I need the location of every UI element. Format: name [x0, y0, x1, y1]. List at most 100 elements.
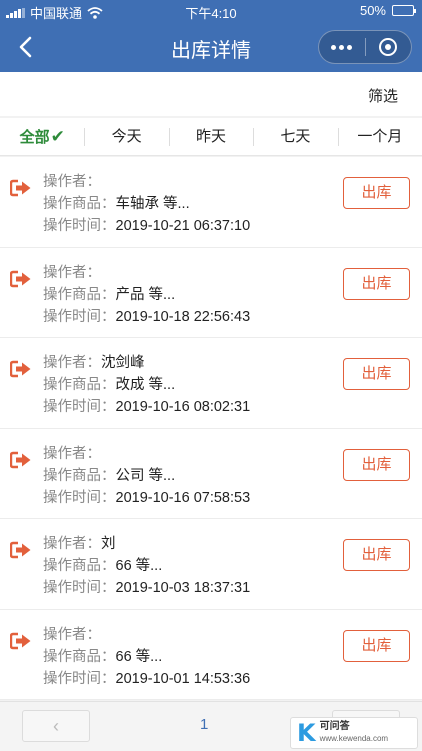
tab-one-month[interactable]: 一个月 — [337, 118, 422, 155]
stock-out-button[interactable]: 出库 — [343, 177, 410, 209]
goods-value: 产品 等... — [115, 286, 176, 303]
filter-bar: 筛选 — [0, 72, 422, 116]
goods-row: 操作商品：公司 等... — [43, 465, 250, 487]
operator-row: 操作者：沈剑峰 — [43, 352, 250, 374]
record-item: 操作者：沈剑峰 操作商品：改成 等... 操作时间：2019-10-16 08:… — [0, 338, 422, 429]
operator-label: 操作者： — [43, 445, 101, 462]
tab-seven-days[interactable]: 七天 — [253, 118, 337, 155]
time-label: 操作时间： — [43, 308, 116, 325]
operator-label: 操作者： — [43, 264, 101, 281]
more-dots-icon — [331, 44, 337, 50]
close-mini-program-button[interactable] — [365, 38, 411, 56]
tab-all-label: 全部 — [19, 129, 50, 146]
goods-row: 操作商品：改成 等... — [43, 374, 250, 396]
operator-row: 操作者：刘 — [43, 533, 250, 555]
operator-value: 沈剑峰 — [101, 355, 145, 371]
goods-row: 操作商品：车轴承 等... — [43, 193, 250, 215]
goods-label: 操作商品： — [43, 286, 116, 303]
battery-icon — [392, 5, 416, 16]
operator-label: 操作者： — [43, 626, 101, 643]
record-details: 操作者： 操作商品：车轴承 等... 操作时间：2019-10-21 06:37… — [43, 171, 250, 237]
goods-label: 操作商品： — [43, 196, 116, 212]
battery-percent: 50% — [359, 3, 386, 18]
time-label: 操作时间： — [43, 399, 116, 415]
time-value: 2019-10-03 18:37:31 — [115, 580, 251, 596]
stock-out-button[interactable]: 出库 — [343, 629, 410, 662]
tab-yesterday[interactable]: 昨天 — [168, 118, 253, 155]
time-row: 操作时间：2019-10-03 18:37:31 — [43, 577, 250, 599]
time-value: 2019-10-01 14:53:36 — [115, 670, 251, 687]
operator-value: 刘 — [101, 536, 116, 552]
sign-out-icon — [10, 179, 31, 197]
time-label: 操作时间： — [43, 580, 116, 596]
record-item: 操作者： 操作商品：公司 等... 操作时间：2019-10-16 07:58:… — [0, 428, 422, 519]
time-row: 操作时间：2019-10-21 06:37:10 — [43, 215, 250, 237]
sign-out-icon — [10, 632, 31, 649]
sign-out-icon — [10, 360, 31, 378]
goods-label: 操作商品： — [43, 558, 116, 574]
stock-out-button[interactable]: 出库 — [343, 267, 410, 300]
sign-out-icon — [10, 451, 31, 468]
sign-out-icon — [10, 541, 31, 559]
tab-today[interactable]: 今天 — [84, 118, 168, 155]
operator-row: 操作者： — [43, 624, 250, 646]
filter-button[interactable]: 筛选 — [368, 85, 398, 106]
watermark-url: www.kewenda.com — [319, 734, 389, 743]
tab-all[interactable]: 全部✔ — [0, 118, 84, 155]
stock-out-button[interactable]: 出库 — [343, 358, 410, 390]
watermark-text: 可问答 www.kewenda.com — [320, 721, 388, 745]
target-icon — [379, 38, 398, 56]
operator-row: 操作者： — [43, 262, 250, 284]
time-value: 2019-10-18 22:56:43 — [115, 308, 251, 325]
goods-value: 66 等... — [115, 558, 163, 574]
checkmark-icon: ✔ — [50, 127, 65, 146]
goods-value: 车轴承 等... — [115, 196, 190, 212]
goods-row: 操作商品：产品 等... — [43, 284, 250, 306]
goods-value: 改成 等... — [115, 377, 176, 393]
status-time: 下午4:10 — [185, 6, 237, 21]
time-label: 操作时间： — [43, 670, 116, 687]
record-item: 操作者： 操作商品：产品 等... 操作时间：2019-10-18 22:56:… — [0, 247, 422, 338]
nav-bar: 出库详情 — [0, 22, 422, 72]
operator-label: 操作者： — [43, 174, 101, 190]
stock-out-button[interactable]: 出库 — [343, 539, 410, 571]
goods-label: 操作商品： — [43, 377, 116, 393]
operator-row: 操作者： — [43, 443, 250, 465]
operator-row: 操作者： — [43, 171, 250, 193]
record-details: 操作者： 操作商品：产品 等... 操作时间：2019-10-18 22:56:… — [43, 262, 250, 328]
operator-label: 操作者： — [43, 536, 101, 552]
status-bar: 中国联通 下午4:10 50% — [0, 0, 422, 22]
record-details: 操作者：刘 操作商品：66 等... 操作时间：2019-10-03 18:37… — [43, 533, 250, 599]
date-tabs: 全部✔ 今天 昨天 七天 一个月 — [0, 118, 422, 156]
record-details: 操作者：沈剑峰 操作商品：改成 等... 操作时间：2019-10-16 08:… — [43, 352, 250, 418]
sign-out-icon — [10, 270, 31, 287]
time-value: 2019-10-16 07:58:53 — [115, 489, 251, 506]
record-list: 操作者： 操作商品：车轴承 等... 操作时间：2019-10-21 06:37… — [0, 157, 422, 700]
record-item: 操作者： 操作商品：66 等... 操作时间：2019-10-01 14:53:… — [0, 609, 422, 700]
goods-row: 操作商品：66 等... — [43, 555, 250, 577]
time-label: 操作时间： — [43, 489, 116, 506]
time-row: 操作时间：2019-10-18 22:56:43 — [43, 306, 250, 328]
goods-label: 操作商品： — [43, 467, 116, 484]
watermark-name: 可问答 — [319, 721, 350, 732]
record-item: 操作者： 操作商品：车轴承 等... 操作时间：2019-10-21 06:37… — [0, 157, 422, 248]
record-details: 操作者： 操作商品：66 等... 操作时间：2019-10-01 14:53:… — [43, 624, 250, 690]
prev-page-button[interactable]: ‹ — [22, 710, 90, 742]
goods-value: 66 等... — [115, 648, 163, 665]
goods-value: 公司 等... — [115, 467, 176, 484]
time-value: 2019-10-16 08:02:31 — [115, 399, 251, 415]
page-number: 1 — [200, 716, 209, 733]
watermark-logo: K 可问答 www.kewenda.com — [290, 717, 418, 749]
time-row: 操作时间：2019-10-01 14:53:36 — [43, 668, 250, 690]
record-details: 操作者： 操作商品：公司 等... 操作时间：2019-10-16 07:58:… — [43, 443, 250, 509]
time-row: 操作时间：2019-10-16 08:02:31 — [43, 396, 250, 418]
goods-row: 操作商品：66 等... — [43, 646, 250, 668]
record-item: 操作者：刘 操作商品：66 等... 操作时间：2019-10-03 18:37… — [0, 519, 422, 610]
operator-label: 操作者： — [43, 355, 101, 371]
more-button[interactable] — [319, 44, 365, 50]
time-label: 操作时间： — [43, 218, 116, 234]
time-value: 2019-10-21 06:37:10 — [115, 218, 251, 234]
watermark-k-logo: K — [297, 719, 316, 747]
stock-out-button[interactable]: 出库 — [343, 448, 410, 481]
goods-label: 操作商品： — [43, 648, 116, 665]
